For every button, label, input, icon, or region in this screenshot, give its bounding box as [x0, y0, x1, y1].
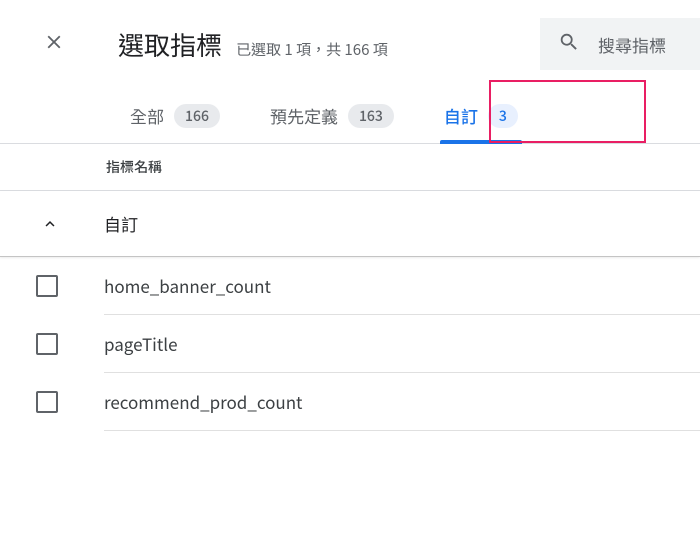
tab-custom[interactable]: 自訂 3 [444, 88, 518, 143]
search-input[interactable]: 搜尋指標 [540, 18, 700, 70]
tab-all-count: 166 [174, 104, 220, 128]
chevron-up-icon [36, 215, 64, 233]
group-header-custom[interactable]: 自訂 [0, 191, 700, 257]
search-icon [558, 31, 598, 58]
dialog-title: 選取指標 [118, 26, 222, 63]
tab-custom-count: 3 [488, 104, 518, 128]
tab-predefined-label: 預先定義 [270, 103, 338, 128]
search-placeholder: 搜尋指標 [598, 32, 666, 57]
tab-all[interactable]: 全部 166 [130, 88, 220, 143]
metric-label: pageTitle [104, 331, 178, 356]
column-header-name: 指標名稱 [0, 144, 700, 191]
group-title: 自訂 [104, 211, 138, 236]
checkbox[interactable] [36, 391, 58, 413]
close-button[interactable] [30, 31, 78, 58]
tab-predefined-count: 163 [348, 104, 394, 128]
metric-label: recommend_prod_count [104, 389, 302, 414]
tab-custom-label: 自訂 [444, 103, 478, 128]
checkbox[interactable] [36, 333, 58, 355]
tab-predefined[interactable]: 預先定義 163 [270, 88, 394, 143]
metrics-list: home_banner_count pageTitle recommend_pr… [0, 257, 700, 431]
tab-all-label: 全部 [130, 103, 164, 128]
checkbox[interactable] [36, 275, 58, 297]
selection-summary: 已選取 1 項，共 166 項 [236, 39, 388, 60]
list-item[interactable]: home_banner_count [36, 257, 700, 315]
list-item[interactable]: pageTitle [36, 315, 700, 373]
close-icon [43, 31, 65, 58]
list-item[interactable]: recommend_prod_count [36, 373, 700, 431]
tabs-bar: 全部 166 預先定義 163 自訂 3 [0, 88, 700, 144]
metric-label: home_banner_count [104, 273, 271, 298]
